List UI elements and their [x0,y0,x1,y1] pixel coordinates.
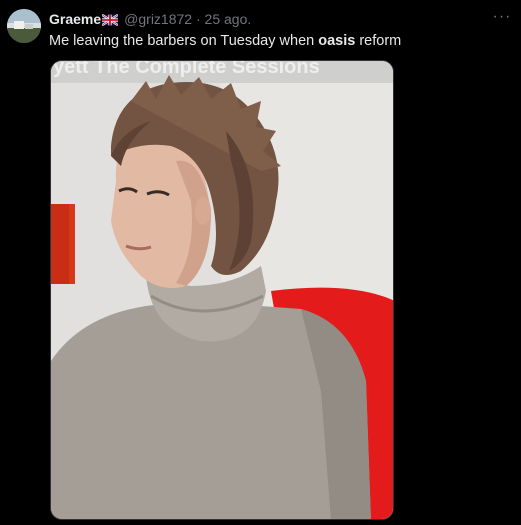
timestamp[interactable]: 25 ago. [205,11,252,27]
handle[interactable]: @griz1872 [124,11,192,27]
tweet-media-photo[interactable]: yett The Complete Sessions [50,60,394,520]
avatar[interactable] [7,9,41,43]
tweet-text-part-1: Me leaving the barbers on Tuesday when [49,33,319,49]
tweet[interactable]: Graeme @griz1872 · 25 ago. ··· Me leavin… [0,0,521,525]
caption-overlay: yett The Complete Sessions [53,61,320,78]
tweet-text-part-2: reform [355,33,402,49]
photo-man-turtleneck: yett The Complete Sessions [51,61,393,519]
uk-flag-icon [101,12,119,30]
more-options-icon[interactable]: ··· [491,8,513,30]
display-name[interactable]: Graeme [49,11,101,27]
separator: · [195,11,201,27]
tweet-text: Me leaving the barbers on Tuesday when o… [49,31,401,51]
tweet-header: Graeme @griz1872 · 25 ago. [49,10,251,30]
tweet-text-bold[interactable]: oasis [318,33,355,49]
